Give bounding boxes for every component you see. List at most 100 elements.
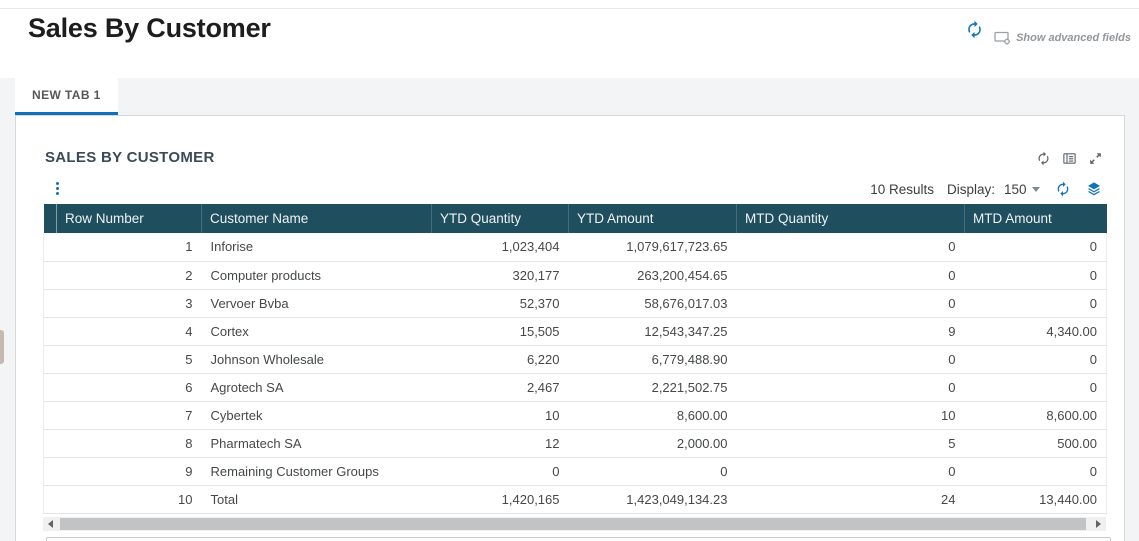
table-row: 9 Remaining Customer Groups 0 0 0 0	[43, 457, 1107, 486]
row-selector-cell	[43, 373, 57, 402]
table-cell: 5	[56, 345, 202, 374]
scroll-right-arrow[interactable]	[1090, 517, 1106, 531]
app-screen: Sales By Customer Show advanced fields N…	[0, 0, 1139, 541]
table-cell: 24	[736, 485, 965, 514]
page-header: Sales By Customer Show advanced fields	[0, 9, 1139, 78]
table-cell: 320,177	[431, 261, 569, 290]
table-cell: Johnson Wholesale	[201, 345, 432, 374]
display-label: Display:	[946, 181, 995, 197]
table-cell: 1,079,617,723.65	[568, 233, 737, 262]
toolbar-right: 10 Results Display: 150	[870, 176, 1102, 202]
table-cell: 263,200,454.65	[568, 261, 737, 290]
column-header-ytd-amount[interactable]: YTD Amount	[568, 204, 737, 233]
table-cell: 0	[964, 233, 1107, 262]
panel-title: SALES BY CUSTOMER	[45, 149, 215, 166]
results-count: 10 Results	[870, 181, 934, 197]
table-cell: Inforise	[201, 233, 432, 262]
table-cell: 6,220	[431, 345, 569, 374]
expand-icon[interactable]	[1088, 151, 1103, 166]
table-cell: 58,676,017.03	[568, 289, 737, 318]
table-cell: 15,505	[431, 317, 569, 346]
table-cell: 0	[736, 289, 965, 318]
table-cell: 6	[56, 373, 202, 402]
table-header-row: Row Number Customer Name YTD Quantity YTD A…	[43, 204, 1107, 233]
tab-new-tab-1[interactable]: NEW TAB 1	[15, 78, 118, 115]
column-header-row-number[interactable]: Row Number	[56, 204, 202, 233]
table-body: 1 Inforise 1,023,404 1,079,617,723.65 0 0 2 Com…	[43, 233, 1107, 514]
kebab-menu-icon[interactable]	[54, 180, 61, 197]
table-cell: 7	[56, 401, 202, 430]
table-cell: 52,370	[431, 289, 569, 318]
next-section-partial	[46, 537, 1111, 541]
table-cell: 0	[568, 457, 737, 486]
table-cell: Total	[201, 485, 432, 514]
row-selector-cell	[43, 401, 57, 430]
table-cell: 0	[964, 289, 1107, 318]
table-cell: 2	[56, 261, 202, 290]
table-cell: 8,600.00	[568, 401, 737, 430]
table-cell: 2,000.00	[568, 429, 737, 458]
show-advanced-fields-label: Show advanced fields	[1016, 32, 1131, 44]
refresh-icon[interactable]	[1055, 181, 1071, 197]
table-cell: 10	[736, 401, 965, 430]
table-cell: 2,221,502.75	[568, 373, 737, 402]
table-row: 4 Cortex 15,505 12,543,347.25 9 4,340.00	[43, 317, 1107, 346]
table-cell: 8	[56, 429, 202, 458]
column-header-ytd-quantity[interactable]: YTD Quantity	[431, 204, 569, 233]
table-cell: 500.00	[964, 429, 1107, 458]
table-cell: 1,420,165	[431, 485, 569, 514]
report-toolbar: 10 Results Display: 150	[16, 176, 1124, 202]
table-cell: 12,543,347.25	[568, 317, 737, 346]
table-cell: 9	[736, 317, 965, 346]
tab-label: NEW TAB 1	[32, 88, 101, 102]
scrollbar-thumb[interactable]	[60, 518, 1086, 530]
report-details-icon[interactable]	[1062, 151, 1077, 166]
table-cell: 0	[736, 261, 965, 290]
display-select[interactable]: 150	[1004, 182, 1040, 197]
results-table-wrap: Row Number Customer Name YTD Quantity YTD A…	[43, 204, 1107, 514]
table-row: 1 Inforise 1,023,404 1,079,617,723.65 0 0	[43, 233, 1107, 262]
table-cell: 5	[736, 429, 965, 458]
row-selector-cell	[43, 261, 57, 290]
table-cell: 1,423,049,134.23	[568, 485, 737, 514]
column-header-mtd-amount[interactable]: MTD Amount	[964, 204, 1107, 233]
display-value: 150	[1004, 181, 1027, 197]
table-cell: 0	[964, 373, 1107, 402]
table-cell: 1,023,404	[431, 233, 569, 262]
tab-strip: NEW TAB 1	[0, 78, 1139, 115]
show-advanced-fields-button[interactable]: Show advanced fields	[994, 31, 1131, 45]
table-cell: Vervoer Bvba	[201, 289, 432, 318]
table-cell: 6,779,488.90	[568, 345, 737, 374]
table-cell: 0	[964, 457, 1107, 486]
table-cell: 2,467	[431, 373, 569, 402]
column-header-customer-name[interactable]: Customer Name	[201, 204, 432, 233]
report-card: SALES BY CUSTOMER 10 Results Display: 15…	[15, 115, 1125, 541]
table-cell: 0	[736, 345, 965, 374]
page-title: Sales By Customer	[28, 13, 271, 43]
sidebar-collapse-handle[interactable]	[0, 330, 4, 364]
card-actions	[1036, 151, 1103, 166]
table-cell: Cybertek	[201, 401, 432, 430]
row-selector-header	[43, 204, 57, 233]
table-cell: 10	[431, 401, 569, 430]
refresh-icon[interactable]	[965, 20, 984, 39]
row-selector-cell	[43, 233, 57, 262]
table-cell: Agrotech SA	[201, 373, 432, 402]
table-cell: Pharmatech SA	[201, 429, 432, 458]
row-selector-cell	[43, 345, 57, 374]
refresh-icon[interactable]	[1036, 151, 1051, 166]
layers-icon[interactable]	[1086, 181, 1102, 197]
table-cell: 4	[56, 317, 202, 346]
horizontal-scrollbar[interactable]	[43, 517, 1106, 531]
scroll-left-arrow[interactable]	[43, 517, 59, 531]
table-cell: 12	[431, 429, 569, 458]
table-cell: 0	[736, 233, 965, 262]
row-selector-cell	[43, 485, 57, 514]
column-header-mtd-quantity[interactable]: MTD Quantity	[736, 204, 965, 233]
table-row: 3 Vervoer Bvba 52,370 58,676,017.03 0 0	[43, 289, 1107, 318]
chevron-down-icon	[1032, 186, 1040, 192]
table-row: 8 Pharmatech SA 12 2,000.00 5 500.00	[43, 429, 1107, 458]
table-cell: 8,600.00	[964, 401, 1107, 430]
row-selector-cell	[43, 429, 57, 458]
advanced-fields-icon	[994, 31, 1011, 45]
